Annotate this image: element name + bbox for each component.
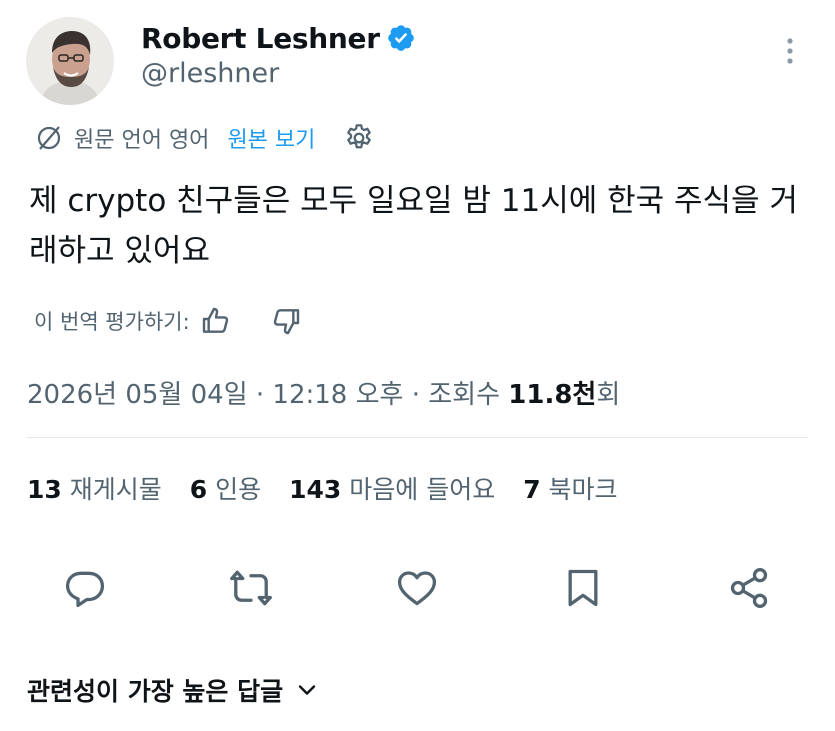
author-handle[interactable]: @rleshner [141,58,279,89]
repost-icon[interactable] [229,566,273,610]
more-vertical-icon[interactable] [780,36,800,66]
like-icon[interactable] [395,566,439,610]
tweet-timestamp[interactable]: 2026년 05월 04일 · 12:18 오후 · 조회수 [27,374,508,411]
replies-sort-dropdown[interactable]: 관련성이 가장 높은 답글 [27,670,319,710]
tweet-timestamp-row: 2026년 05월 04일 · 12:18 오후 · 조회수 11.8천 회 [27,372,620,412]
reposts-label: 재게시물 [61,475,162,504]
bookmarks-count: 7 [523,475,541,504]
likes-count: 143 [289,475,342,504]
avatar[interactable] [26,17,114,105]
replies-sort-label: 관련성이 가장 높은 답글 [27,677,284,706]
translation-source-label: 원문 언어 영어 [74,128,210,153]
author-name-row[interactable]: Robert Leshner [141,18,416,58]
action-bar [0,560,835,616]
view-count-suffix: 회 [596,379,621,410]
quotes-count: 6 [189,475,208,504]
thumbs-down-icon[interactable] [270,305,302,337]
gear-icon[interactable] [343,122,375,154]
reposts-stat[interactable]: 13 재게시물 [27,470,162,506]
bookmark-icon[interactable] [561,566,605,610]
chevron-down-icon [298,685,316,695]
tweet-text: 제 crypto 친구들은 모두 일요일 밤 11시에 한국 주식을 거래하고 … [29,183,798,269]
view-count: 11.8천 [508,379,597,410]
engagement-stats: 13 재게시물 6 인용 143 마음에 들어요 7 북마크 [27,468,618,508]
author-name[interactable]: Robert Leshner [141,22,380,55]
bookmarks-stat[interactable]: 7 북마크 [523,470,617,506]
share-icon[interactable] [727,566,771,610]
verified-badge-icon [387,25,414,51]
likes-label: 마음에 들어요 [341,475,496,504]
reply-icon[interactable] [63,566,107,610]
quotes-stat[interactable]: 6 인용 [190,470,261,506]
reposts-count: 13 [27,475,62,504]
translate-icon [37,126,61,150]
bookmarks-label: 북마크 [540,475,618,504]
divider [27,437,808,438]
avatar-image [26,17,114,105]
translation-bar: 원문 언어 영어 원본 보기 [34,121,375,155]
rate-translation-label: 이 번역 평가하기: [34,310,190,334]
likes-stat[interactable]: 143 마음에 들어요 [289,470,495,506]
thumbs-up-icon[interactable] [200,305,232,337]
rate-translation-row: 이 번역 평가하기: [34,302,302,340]
view-original-link[interactable]: 원본 보기 [227,122,315,154]
quotes-label: 인용 [207,475,262,504]
